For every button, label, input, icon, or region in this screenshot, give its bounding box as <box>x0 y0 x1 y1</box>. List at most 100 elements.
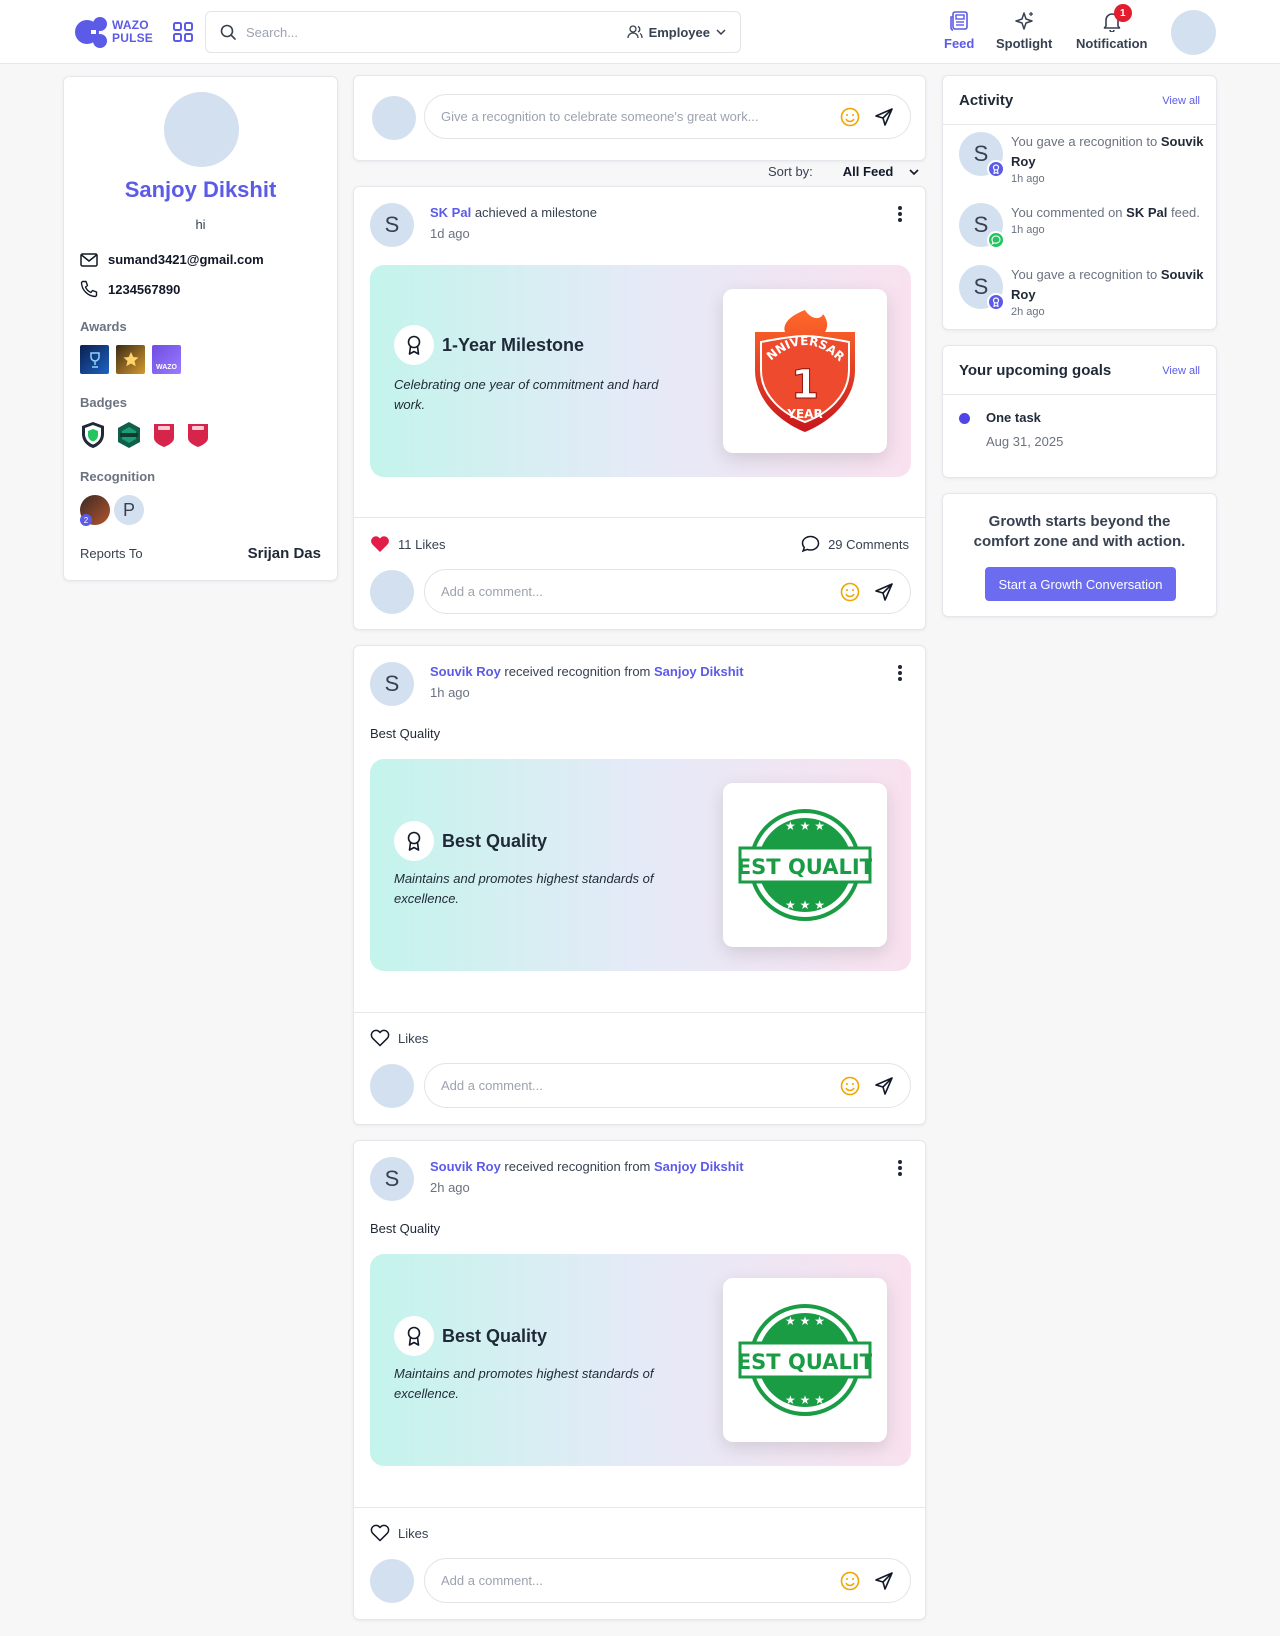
nav-feed[interactable]: Feed <box>944 10 974 51</box>
top-navbar: WAZO PULSE Search... Employee Feed Spotl… <box>0 0 1280 64</box>
banner-description: Maintains and promotes highest standards… <box>394 1366 654 1401</box>
best-quality-seal-icon: ★ ★ ★ ★ ★ ★ BEST QUALITY <box>738 1304 872 1416</box>
heart-icon <box>370 1524 390 1542</box>
send-icon[interactable] <box>874 107 894 127</box>
sort-label: Sort by: <box>768 164 813 179</box>
send-icon[interactable] <box>874 1076 894 1096</box>
award-thumb[interactable] <box>116 345 145 374</box>
profile-name[interactable]: Sanjoy Dikshit <box>64 177 337 203</box>
like-button[interactable]: Likes <box>370 1524 428 1542</box>
more-options-icon[interactable] <box>897 1159 903 1177</box>
more-options-icon[interactable] <box>897 205 903 223</box>
banner-description: Maintains and promotes highest standards… <box>394 871 654 906</box>
recognition-input[interactable]: Give a recognition to celebrate someone'… <box>424 94 911 139</box>
post-author-avatar[interactable]: S <box>370 1157 414 1201</box>
employee-filter-dropdown[interactable]: Employee <box>626 24 726 40</box>
post-actor-link[interactable]: SK Pal <box>430 205 471 220</box>
composer-avatar <box>372 96 416 140</box>
employee-filter-label: Employee <box>648 24 710 40</box>
search-bar[interactable]: Search... Employee <box>205 11 741 53</box>
heart-filled-icon <box>371 536 389 552</box>
users-icon <box>626 25 643 39</box>
hexagon-badge-icon[interactable] <box>116 421 142 449</box>
chevron-down-icon <box>716 29 726 35</box>
comment-input[interactable]: Add a comment... <box>424 1063 911 1108</box>
profile-email: sumand3421@gmail.com <box>108 252 264 267</box>
likes-count: 11 Likes <box>398 536 446 552</box>
activity-item[interactable]: S You gave a recognition to Souvik Roy 2… <box>959 265 1204 319</box>
post-text: Best Quality <box>370 726 441 741</box>
post-title: SK Pal achieved a milestone <box>430 205 597 220</box>
ribbon-badge-icon[interactable] <box>152 422 176 448</box>
post-target-link[interactable]: Sanjoy Dikshit <box>654 664 744 679</box>
post-actor-link[interactable]: Souvik Roy <box>430 664 501 679</box>
nav-spotlight[interactable]: Spotlight <box>996 10 1052 51</box>
emoji-icon[interactable] <box>840 582 860 602</box>
user-avatar[interactable] <box>1171 10 1216 55</box>
comment-input[interactable]: Add a comment... <box>424 1558 911 1603</box>
nav-spotlight-label: Spotlight <box>996 36 1053 51</box>
search-input[interactable]: Search... <box>246 25 627 40</box>
recognition-count-badge: 2 <box>80 514 92 526</box>
shield-badge-icon[interactable] <box>80 421 106 449</box>
goal-item[interactable]: One task Aug 31, 2025 <box>959 410 1063 449</box>
svg-text:★ ★ ★: ★ ★ ★ <box>785 1393 825 1407</box>
nav-notification-label: Notification <box>1076 36 1148 51</box>
avatar-initial: S <box>973 212 989 237</box>
goals-view-all-link[interactable]: View all <box>1162 365 1200 377</box>
badges-label: Badges <box>80 395 127 410</box>
recognizer-avatar[interactable]: 2 <box>80 495 110 526</box>
mail-icon <box>80 252 98 267</box>
post-author-avatar[interactable]: S <box>370 203 414 247</box>
activity-avatar: S <box>959 265 1005 311</box>
award-thumb[interactable] <box>80 345 109 374</box>
emoji-icon[interactable] <box>840 1076 860 1096</box>
goal-date: Aug 31, 2025 <box>986 434 1064 449</box>
chevron-down-icon <box>909 168 919 175</box>
send-icon[interactable] <box>874 1571 894 1591</box>
recognizer-avatar[interactable]: P <box>114 495 144 525</box>
award-icon <box>407 1326 421 1346</box>
profile-bio: hi <box>195 217 206 232</box>
star-icon <box>123 351 138 366</box>
nav-notification[interactable]: 1 Notification <box>1076 4 1148 51</box>
likes-label: Likes <box>398 1030 429 1046</box>
activity-item[interactable]: S You gave a recognition to Souvik Roy 1… <box>959 132 1204 186</box>
sparkle-icon <box>1015 12 1034 30</box>
send-icon[interactable] <box>874 582 894 602</box>
recognition-composer: Give a recognition to celebrate someone'… <box>353 75 926 161</box>
banner-title: 1-Year Milestone <box>442 335 585 355</box>
emoji-icon[interactable] <box>840 1571 860 1591</box>
avatar-initial: S <box>384 671 400 696</box>
award-icon <box>407 831 421 851</box>
apps-grid-icon[interactable] <box>172 21 194 43</box>
emoji-icon[interactable] <box>840 107 860 127</box>
goal-name: One task <box>986 410 1041 425</box>
post-target-link[interactable]: Sanjoy Dikshit <box>654 1159 744 1174</box>
ribbon-badge-icon[interactable] <box>186 422 210 448</box>
post-actor-link[interactable]: Souvik Roy <box>430 1159 501 1174</box>
avatar-initial: S <box>973 274 989 299</box>
award-thumb[interactable]: WAZO <box>152 345 181 374</box>
profile-avatar[interactable] <box>164 92 239 167</box>
nav-feed-label: Feed <box>944 36 975 51</box>
banner-title: Best Quality <box>442 831 548 851</box>
like-button[interactable]: Likes <box>370 1029 428 1047</box>
start-growth-conversation-button[interactable]: Start a Growth Conversation <box>985 567 1176 601</box>
goals-card: Your upcoming goals View all One task Au… <box>942 345 1217 478</box>
profile-email-row: sumand3421@gmail.com <box>80 252 264 267</box>
seal-text: BEST QUALITY <box>738 1350 872 1374</box>
comment-input[interactable]: Add a comment... <box>424 569 911 614</box>
profile-card: Sanjoy Dikshit hi sumand3421@gmail.com 1… <box>63 76 338 581</box>
sort-dropdown[interactable]: All Feed <box>843 164 920 179</box>
more-options-icon[interactable] <box>897 664 903 682</box>
app-logo[interactable]: WAZO PULSE <box>74 15 153 49</box>
comments-button[interactable]: 29 Comments <box>801 535 909 553</box>
avatar-initial: S <box>384 212 400 237</box>
like-button[interactable]: 11 Likes <box>370 535 445 553</box>
activity-view-all-link[interactable]: View all <box>1162 95 1200 107</box>
activity-item[interactable]: S You commented on SK Pal feed. 1h ago <box>959 203 1204 249</box>
post-author-avatar[interactable]: S <box>370 662 414 706</box>
award-icon <box>987 160 1005 178</box>
reports-to-name[interactable]: Srijan Das <box>248 545 321 562</box>
